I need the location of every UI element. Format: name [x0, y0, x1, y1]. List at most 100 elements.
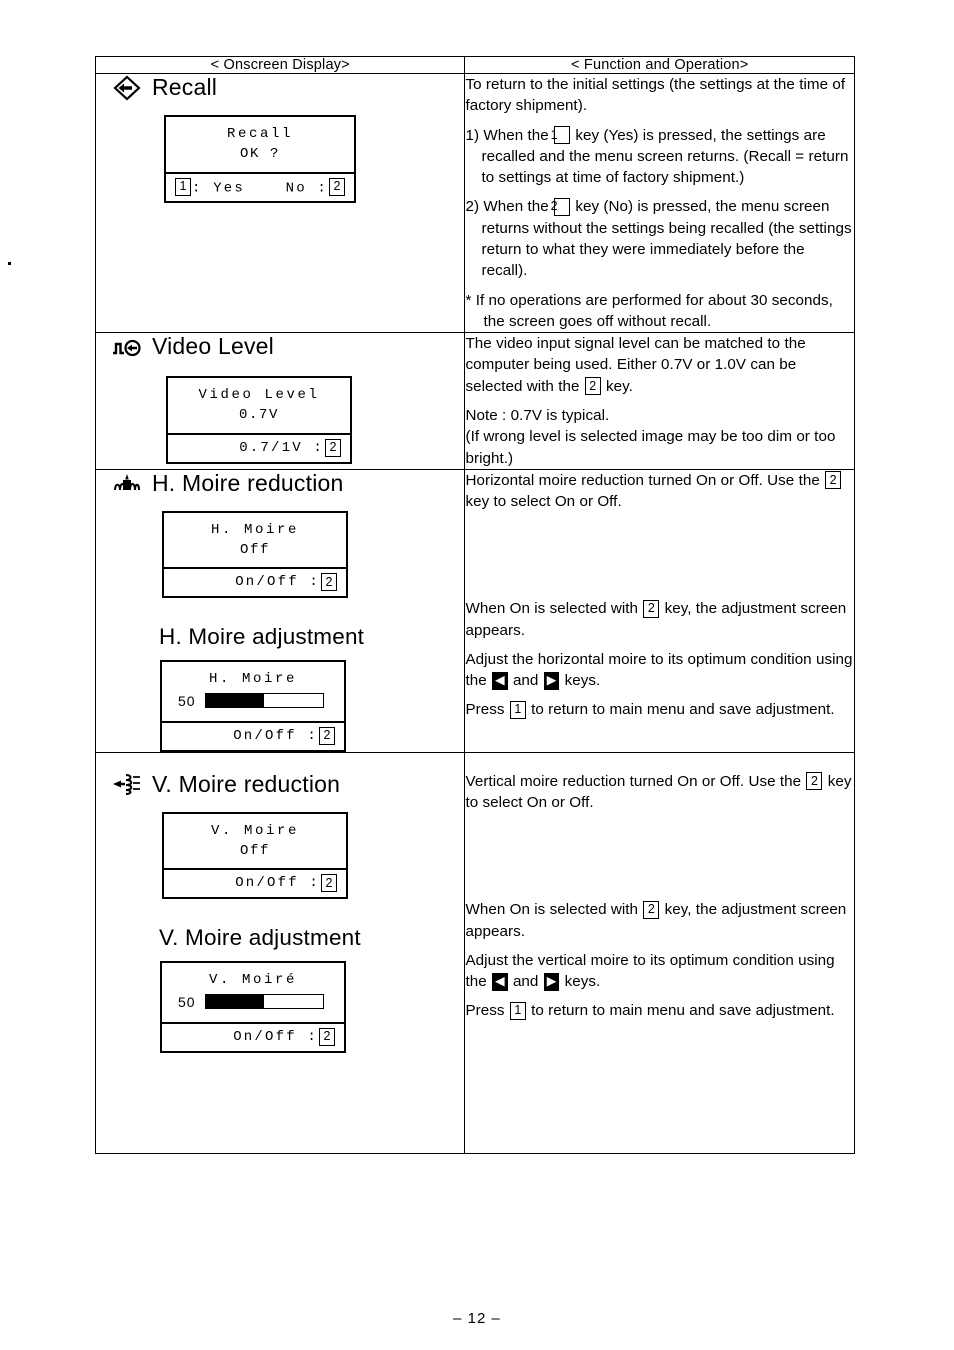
key-1-icon: 1	[175, 177, 191, 196]
osd-mock-v-moire-adj-wrap: V. Moiré 50 On/Off :2	[96, 961, 464, 1053]
osd-slider-track-v-moire[interactable]	[204, 994, 324, 1010]
v-moire-pattern-icon	[113, 774, 140, 796]
key-right-arrow-icon: ▶	[543, 671, 560, 690]
osd-top-h-moire: H. Moire Off	[164, 513, 346, 570]
hmr-line1: Horizontal moire reduction turned On or …	[465, 471, 763, 489]
osd-title-recall: Recall	[226, 126, 293, 142]
section-title-v-moire-adjustment: V. Moire adjustment	[159, 925, 361, 951]
function-cell-video-level: The video input signal level can be matc…	[464, 332, 855, 470]
v-moire-adj-paragraph-3: Press 1 to return to main menu and save …	[465, 1000, 854, 1021]
vma-line1-post: key, the adjustment	[664, 901, 797, 919]
video-level-waveform-icon	[113, 339, 141, 356]
video-level-paragraph-1: The video input signal level can be matc…	[465, 333, 854, 397]
recall-p2-line4: shipment.)	[672, 169, 745, 187]
vma-line1-pre: When On is selected with	[465, 901, 639, 919]
key-2-icon: 2	[643, 599, 660, 618]
section-title-v-moire-reduction: V. Moire reduction	[152, 770, 341, 797]
recall-p2-pre: 1) When the	[465, 126, 549, 144]
osd-title-h-moire-adj: H. Moire	[208, 671, 297, 688]
osd-hint-label: On/Off :	[233, 1028, 318, 1045]
table-row-video-level: Video Level Video Level 0.7V 0.7/1V :2 T…	[94, 332, 855, 470]
section-title-h-moire-adjustment: H. Moire adjustment	[159, 624, 365, 650]
vmr-line2-pre: Use the	[748, 772, 802, 790]
key-2-icon: 2	[584, 377, 601, 396]
key-1-icon: 1	[551, 126, 571, 145]
recall-paragraph-2: 1) When the 1 key (Yes) is pressed, the …	[465, 125, 854, 189]
section-heading-video-level: Video Level	[96, 333, 464, 360]
osd-mock-recall: Recall OK ? 1: Yes No :2	[164, 115, 356, 204]
v-moire-red-paragraph: Vertical moire reduction turned On or Of…	[465, 771, 854, 814]
hma-line5-pre: Press	[465, 701, 505, 719]
section-title-video-level: Video Level	[152, 333, 274, 360]
osd-mock-h-moire-wrap: H. Moire Off On/Off :2	[96, 510, 464, 599]
vma-line5-post: to return to main menu and save	[531, 1002, 752, 1020]
osd-bottom-video-level: 0.7/1V :2	[168, 435, 350, 462]
osd-mock-v-moire-wrap: V. Moire Off On/Off :2	[96, 811, 464, 900]
video-level-paragraph-2: (If wrong level is selected image may be…	[465, 426, 854, 469]
table-header-row: < Onscreen Display> < Function and Opera…	[94, 56, 855, 74]
key-right-arrow-icon: ▶	[543, 972, 560, 991]
key-2-icon: 2	[551, 197, 571, 216]
osd-slider-row-h-moire: 50	[172, 690, 334, 714]
h-moire-adj-paragraph-3: Press 1 to return to main menu and save …	[465, 699, 854, 720]
key-2-icon: 2	[806, 772, 823, 791]
osd-top-v-moire: V. Moire Off	[164, 814, 346, 871]
note-asterisk: *	[465, 291, 472, 309]
osd-cell-h-moire: H. Moire reduction H. Moire Off On/Off :…	[94, 468, 466, 753]
osd-value-video-level: 0.7V	[238, 407, 279, 424]
section-heading-v-moire-reduction: V. Moire reduction	[96, 771, 464, 798]
osd-top-v-moire-adj: V. Moiré 50	[162, 963, 344, 1024]
osd-mock-v-moire-reduction: V. Moire Off On/Off :2	[162, 811, 348, 900]
h-moire-adj-paragraph-2: Adjust the horizontal moire to its optim…	[465, 649, 854, 692]
function-cell-h-moire: Horizontal moire reduction turned On or …	[464, 468, 855, 753]
vma-line4-mid: and	[512, 973, 539, 991]
key-2-icon: 2	[319, 726, 335, 745]
osd-mock-video-level-wrap: Video Level 0.7V 0.7/1V :2	[96, 376, 464, 464]
osd-slider-value-v-moire: 50	[178, 993, 196, 1010]
osd-top-video-level: Video Level 0.7V	[168, 378, 350, 435]
v-moire-adj-paragraph-2: Adjust the vertical moire to its optimum…	[465, 950, 854, 993]
hmr-line2-post: key to select On or Off.	[465, 493, 622, 511]
function-cell-v-moire: Vertical moire reduction turned On or Of…	[464, 751, 855, 1154]
h-moire-red-paragraph: Horizontal moire reduction turned On or …	[465, 470, 854, 513]
osd-yes-group: 1: Yes	[174, 177, 246, 197]
section-title-h-moire-reduction: H. Moire reduction	[152, 469, 344, 496]
osd-title-v-moire-adj: V. Moiré	[208, 972, 297, 989]
osd-slider-fill-v-moire	[205, 995, 265, 1009]
osd-top-h-moire-adj: H. Moire 50	[162, 662, 344, 723]
osd-no-group: No :2	[286, 177, 346, 196]
section-heading-h-moire-reduction: H. Moire reduction	[96, 470, 464, 497]
osd-slider-track-h-moire[interactable]	[204, 693, 324, 709]
osd-top-recall: Recall OK ?	[166, 117, 354, 174]
recall-paragraph-note: * If no operations are performed for abo…	[465, 290, 854, 333]
key-1-icon: 1	[509, 1001, 526, 1020]
osd-title-video-level: Video Level	[198, 387, 320, 404]
osd-hint-label: On/Off :	[235, 574, 320, 591]
key-2-icon: 2	[643, 900, 660, 919]
h-moire-pattern-icon	[114, 474, 140, 491]
hma-line5-post: to return to main menu and save	[531, 701, 752, 719]
video-level-note: Note : 0.7V is typical.	[465, 405, 854, 426]
table-row-recall: Recall Recall OK ? 1: Yes No :2 To retur…	[94, 72, 855, 334]
osd-bottom-v-moire: On/Off :2	[164, 870, 346, 897]
osd-bottom-recall: 1: Yes No :2	[166, 174, 354, 202]
osd-bottom-h-moire: On/Off :2	[164, 569, 346, 596]
vl-line3-post: key.	[606, 377, 633, 395]
osd-mock-h-moire-adj-wrap: H. Moire 50 On/Off :2	[96, 660, 464, 752]
key-left-arrow-icon: ◀	[492, 972, 508, 991]
page-number: – 12 –	[453, 1310, 501, 1327]
hma-line6: adjustment.	[755, 701, 835, 719]
key-2-icon: 2	[321, 874, 337, 893]
osd-value-h-moire: Off	[239, 542, 270, 559]
column-header-function-operation: < Function and Operation>	[464, 56, 855, 74]
section-heading-recall: Recall	[96, 74, 464, 101]
osd-function-table: < Onscreen Display> < Function and Opera…	[94, 56, 855, 1154]
key-2-icon: 2	[321, 573, 337, 592]
osd-yes-label: : Yes	[192, 180, 246, 197]
table-row-v-moire: V. Moire reduction V. Moire Off On/Off :…	[94, 751, 855, 1154]
key-2-icon: 2	[325, 438, 341, 457]
column-header-onscreen-display: < Onscreen Display>	[94, 56, 466, 74]
key-2-icon: 2	[825, 471, 842, 490]
